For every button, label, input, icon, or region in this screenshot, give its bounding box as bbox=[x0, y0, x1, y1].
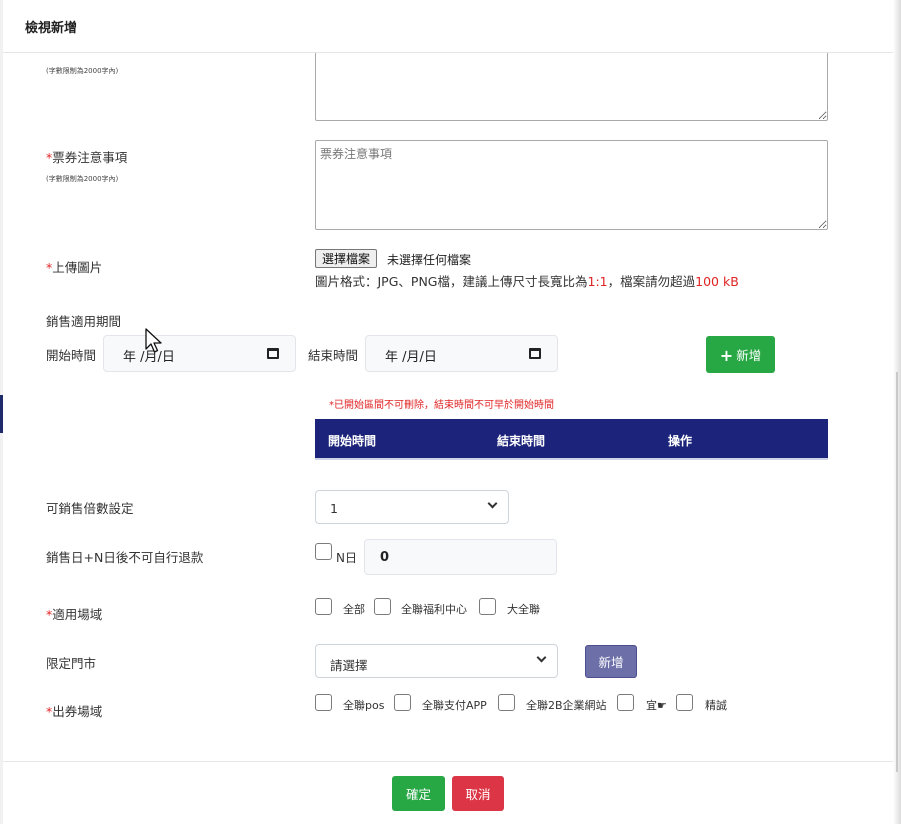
issue-option-label: 全聯支付APP bbox=[422, 699, 487, 712]
issue-option-label: 全聯pos bbox=[343, 699, 385, 712]
refund-checkbox-label: N日 bbox=[336, 551, 357, 565]
issue-option-label: 宜☛ bbox=[646, 699, 667, 712]
add-period-button[interactable]: + 新增 bbox=[706, 336, 775, 373]
modal-scrollbar[interactable] bbox=[896, 372, 898, 772]
issue-checkbox-2b[interactable] bbox=[498, 694, 515, 711]
venue-label: *適用場域 bbox=[46, 607, 103, 622]
multiplier-label: 可銷售倍數設定 bbox=[46, 501, 134, 516]
backdrop-left-accent bbox=[0, 395, 3, 433]
store-label: 限定門市 bbox=[46, 656, 97, 671]
ticket-notes-hint: (字數限制為2000字內) bbox=[46, 175, 119, 183]
end-time-label: 結束時間 bbox=[308, 348, 359, 363]
column-header-action: 操作 bbox=[668, 434, 693, 448]
venue-checkbox-all[interactable] bbox=[315, 598, 332, 615]
calendar-icon[interactable] bbox=[529, 348, 541, 359]
mouse-cursor-icon bbox=[145, 328, 162, 353]
venue-checkbox-pxmart[interactable] bbox=[374, 598, 391, 615]
start-time-label: 開始時間 bbox=[46, 348, 97, 363]
sale-period-label: 銷售適用期間 bbox=[46, 314, 122, 329]
cancel-button[interactable]: 取消 bbox=[452, 776, 504, 811]
column-header-end: 結束時間 bbox=[497, 434, 546, 448]
image-format-hint: 圖片格式：JPG、PNG檔，建議上傳尺寸長寬比為1:1，檔案請勿超過100 kB bbox=[315, 274, 739, 289]
plus-icon: + bbox=[719, 345, 734, 365]
calendar-icon[interactable] bbox=[267, 348, 279, 359]
confirm-button[interactable]: 確定 bbox=[392, 776, 445, 811]
issue-venue-label: *出券場域 bbox=[46, 704, 103, 719]
issue-option-label: 精誠 bbox=[705, 699, 727, 712]
choose-file-button[interactable]: 選擇檔案 bbox=[315, 249, 378, 268]
ticket-notes-label: *票券注意事項 bbox=[46, 150, 128, 165]
upload-image-label: *上傳圖片 bbox=[46, 260, 103, 275]
venue-option-label: 全部 bbox=[343, 603, 365, 616]
venue-option-label: 大全聯 bbox=[507, 603, 540, 616]
refund-label: 銷售日+N日後不可自行退款 bbox=[46, 550, 204, 565]
period-table-header: 開始時間 結束時間 操作 bbox=[315, 419, 828, 460]
ticket-notes-textarea[interactable] bbox=[315, 140, 828, 230]
refund-checkbox[interactable] bbox=[315, 543, 332, 560]
issue-checkbox-app[interactable] bbox=[394, 694, 411, 711]
add-store-button[interactable]: 新增 bbox=[585, 645, 637, 678]
top-field-hint: (字數限制為2000字內) bbox=[46, 67, 119, 75]
chevron-down-icon bbox=[536, 652, 547, 663]
issue-checkbox-yi[interactable] bbox=[617, 694, 634, 711]
start-date-input[interactable]: 年 /月/日 bbox=[103, 335, 296, 372]
issue-checkbox-pos[interactable] bbox=[315, 694, 332, 711]
modal-footer-divider bbox=[3, 761, 893, 762]
venue-checkbox-big-pxmart[interactable] bbox=[479, 598, 496, 615]
refund-days-input[interactable]: 0 bbox=[364, 539, 557, 575]
modal-header: 檢視新增 bbox=[3, 0, 893, 53]
file-status: 未選擇任何檔案 bbox=[387, 253, 472, 267]
issue-option-label: 全聯2B企業網站 bbox=[526, 699, 607, 712]
end-date-input[interactable]: 年 /月/日 bbox=[365, 335, 558, 372]
column-header-start: 開始時間 bbox=[328, 434, 377, 448]
store-select[interactable]: 請選擇 bbox=[315, 644, 558, 678]
modal-title: 檢視新增 bbox=[25, 21, 78, 36]
period-warning: *已開始區間不可刪除，結束時間不可早於開始時間 bbox=[329, 400, 554, 411]
venue-option-label: 全聯福利中心 bbox=[401, 603, 467, 616]
chevron-down-icon bbox=[487, 498, 498, 509]
issue-checkbox-jingcheng[interactable] bbox=[676, 694, 693, 711]
multiplier-select[interactable]: 1 bbox=[315, 490, 509, 524]
